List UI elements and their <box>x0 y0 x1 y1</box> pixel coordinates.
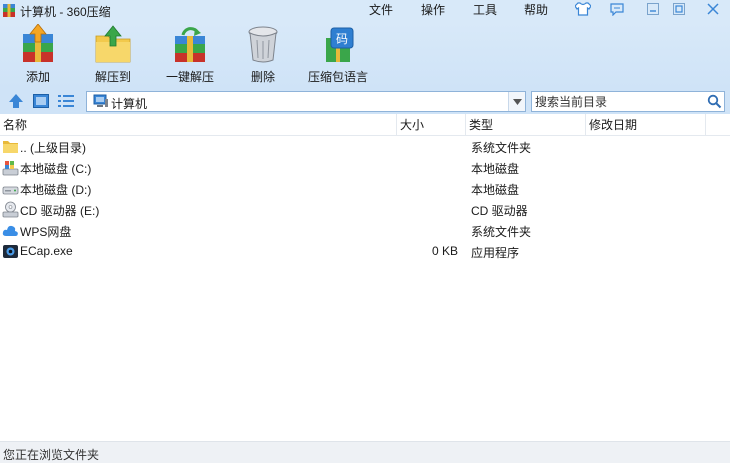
trash-icon <box>248 26 278 63</box>
status-text: 您正在浏览文件夹 <box>3 448 100 462</box>
search-box <box>531 91 725 112</box>
app-exe-icon <box>3 245 18 258</box>
column-type-label: 类型 <box>469 118 494 132</box>
window-title: 计算机 - 360压缩 <box>20 5 111 19</box>
maximize-icon[interactable] <box>670 1 688 17</box>
system-drive-icon <box>2 161 19 176</box>
menu-help[interactable]: 帮助 <box>524 2 548 18</box>
large-icon-view-icon[interactable] <box>31 91 51 111</box>
close-icon[interactable] <box>704 1 722 17</box>
language-pack-label: 压缩包语言 <box>307 70 368 84</box>
computer-icon <box>93 94 108 107</box>
add-button[interactable]: 添加 <box>14 24 62 86</box>
language-badge-text: 码 <box>336 32 348 46</box>
file-name: ECap.exe <box>20 244 73 258</box>
column-header: 名称 大小 类型 修改日期 <box>0 114 730 136</box>
search-icon[interactable] <box>707 94 722 109</box>
up-folder-icon[interactable] <box>6 91 26 111</box>
path-combobox[interactable]: 计算机 <box>86 91 526 112</box>
menu-tools[interactable]: 工具 <box>473 2 497 18</box>
delete-button[interactable]: 删除 <box>241 24 285 86</box>
file-type: CD 驱动器 <box>471 204 528 218</box>
detail-view-icon[interactable] <box>56 91 76 111</box>
extract-folder-icon <box>95 25 131 63</box>
file-list: .. (上级目录) 系统文件夹 本地磁盘 (C:) 本地磁盘 本地磁盘 (D:)… <box>0 136 730 441</box>
one-click-extract-label: 一键解压 <box>165 70 214 84</box>
extract-to-label: 解压到 <box>94 70 131 84</box>
file-name: CD 驱动器 (E:) <box>20 204 100 218</box>
list-item[interactable]: 本地磁盘 (C:) 本地磁盘 <box>0 157 730 178</box>
extract-to-button[interactable]: 解压到 <box>88 24 138 86</box>
language-pack-button[interactable]: 码 压缩包语言 <box>303 24 373 86</box>
list-item[interactable]: ECap.exe 0 KB 应用程序 <box>0 241 730 262</box>
list-item[interactable]: WPS网盘 系统文件夹 <box>0 220 730 241</box>
file-type: 系统文件夹 <box>471 225 532 239</box>
cloud-icon <box>2 225 18 236</box>
column-name-label: 名称 <box>3 118 28 132</box>
app-logo-icon <box>3 4 15 17</box>
column-modified[interactable]: 修改日期 <box>586 114 706 136</box>
column-size[interactable]: 大小 <box>397 114 466 136</box>
file-name: 本地磁盘 (D:) <box>20 183 92 197</box>
file-name: .. (上级目录) <box>20 141 86 155</box>
status-bar: 您正在浏览文件夹 <box>0 441 730 463</box>
language-pack-icon: 码 <box>326 27 354 62</box>
file-name: WPS网盘 <box>20 225 72 239</box>
feedback-icon[interactable] <box>608 1 626 17</box>
file-type: 应用程序 <box>471 246 520 260</box>
delete-label: 删除 <box>250 70 275 84</box>
folder-icon <box>3 141 18 153</box>
chevron-down-icon[interactable] <box>508 92 525 111</box>
column-type[interactable]: 类型 <box>466 114 586 136</box>
column-name[interactable]: 名称 <box>0 114 397 136</box>
path-text: 计算机 <box>111 97 148 111</box>
menu-operate[interactable]: 操作 <box>421 2 445 18</box>
one-click-extract-button[interactable]: 一键解压 <box>160 24 220 86</box>
column-size-label: 大小 <box>400 118 425 132</box>
file-name: 本地磁盘 (C:) <box>20 162 92 176</box>
add-label: 添加 <box>25 70 50 84</box>
list-item[interactable]: .. (上级目录) 系统文件夹 <box>0 136 730 157</box>
skin-icon[interactable] <box>574 1 592 17</box>
file-type: 本地磁盘 <box>471 183 520 197</box>
address-bar: 计算机 <box>0 88 730 114</box>
search-input[interactable] <box>535 94 705 109</box>
file-size: 0 KB <box>431 244 458 258</box>
toolbar: 添加 解压到 一键解压 删除 码 压缩包语言 <box>0 22 730 88</box>
minimize-icon[interactable] <box>644 1 662 17</box>
title-bar: 计算机 - 360压缩 文件 操作 工具 帮助 <box>0 0 730 22</box>
list-item[interactable]: 本地磁盘 (D:) 本地磁盘 <box>0 178 730 199</box>
drive-icon <box>2 186 19 195</box>
column-modified-label: 修改日期 <box>589 118 638 132</box>
add-archive-icon <box>23 24 53 62</box>
menu-file[interactable]: 文件 <box>369 2 393 18</box>
one-click-extract-icon <box>175 27 205 62</box>
file-type: 本地磁盘 <box>471 162 520 176</box>
list-item[interactable]: CD 驱动器 (E:) CD 驱动器 <box>0 199 730 220</box>
file-type: 系统文件夹 <box>471 141 532 155</box>
cd-drive-icon <box>2 201 19 218</box>
